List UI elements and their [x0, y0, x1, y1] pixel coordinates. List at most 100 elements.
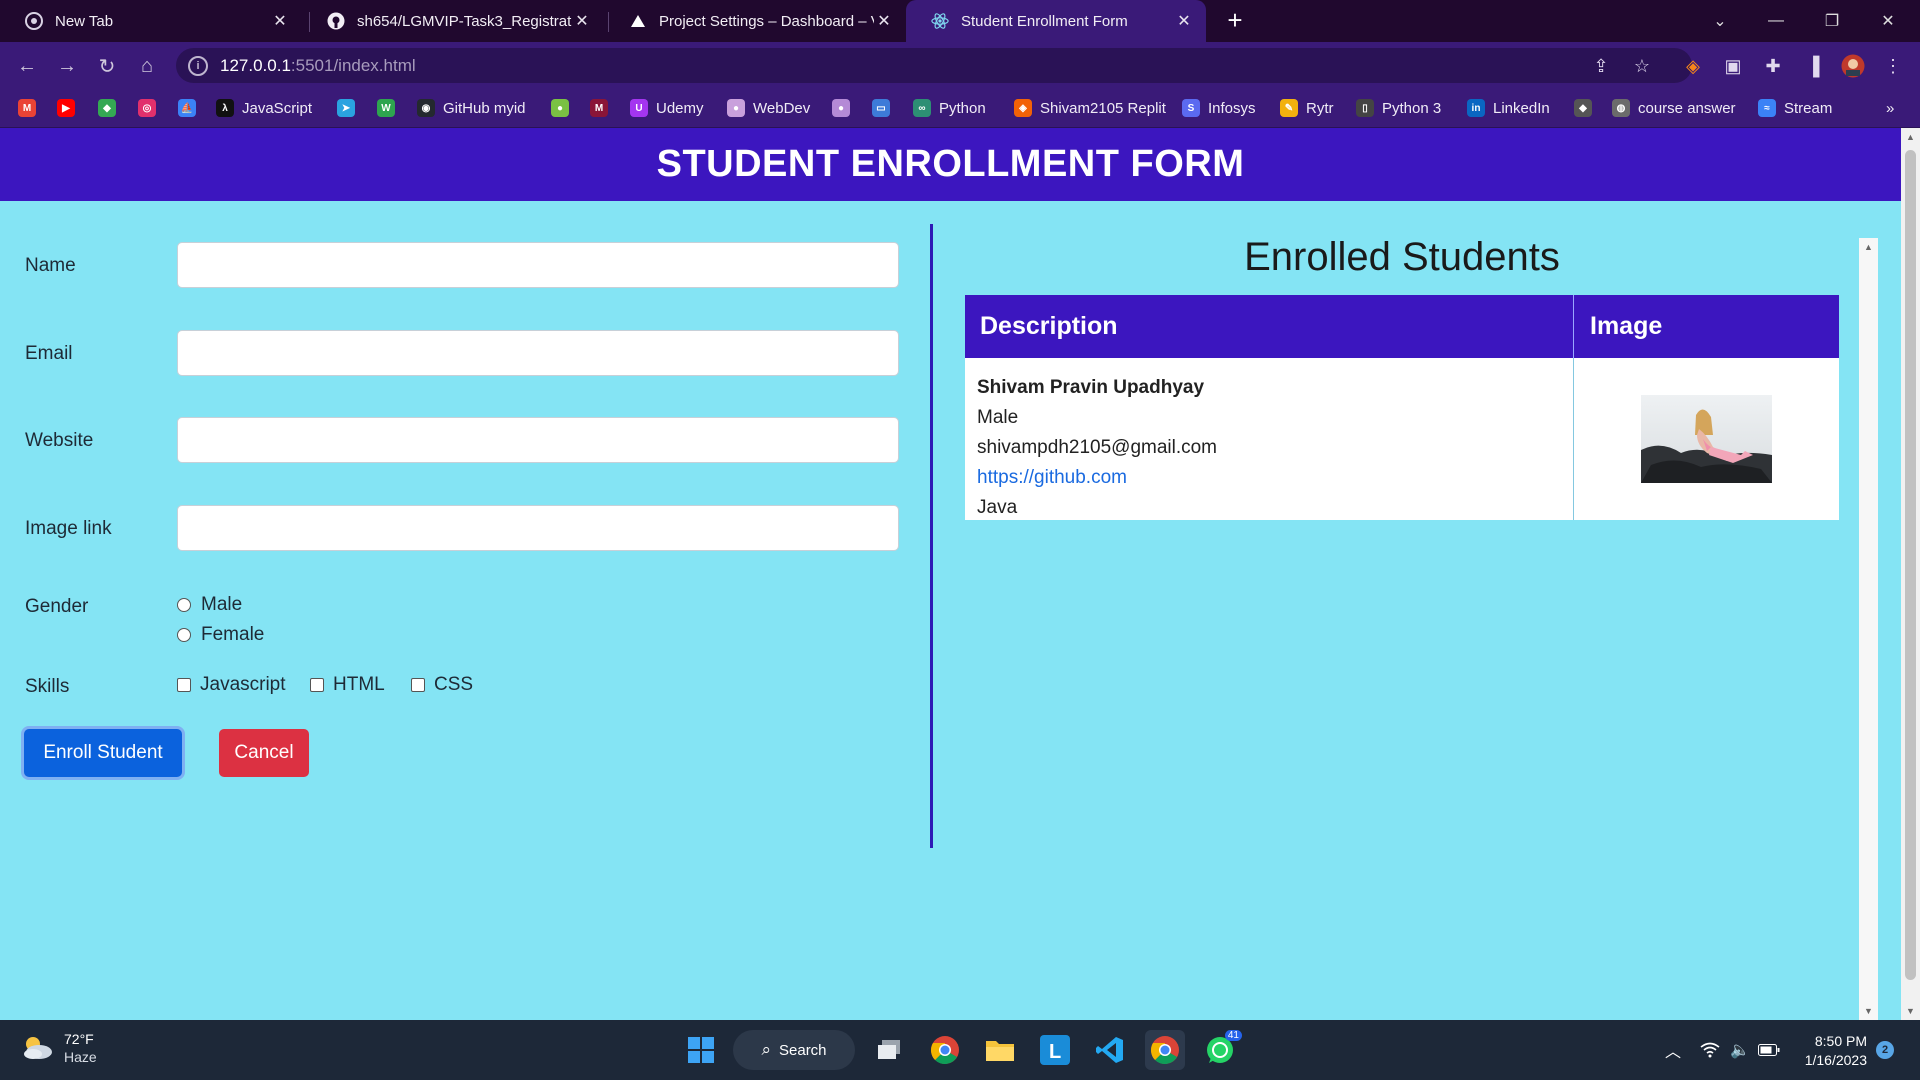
- bookmark-leetcode[interactable]: ●: [551, 97, 569, 119]
- metamask-icon[interactable]: ◈: [1680, 53, 1706, 79]
- tab-search-icon[interactable]: ⌄: [1692, 0, 1748, 42]
- show-hidden-icons[interactable]: ︿: [1665, 1020, 1681, 1080]
- info-icon[interactable]: i: [188, 55, 208, 76]
- react-icon: [931, 12, 949, 30]
- skill-html-option[interactable]: HTML: [310, 674, 385, 696]
- enroll-student-button[interactable]: Enroll Student: [24, 729, 182, 777]
- checkbox-label: Javascript: [200, 674, 286, 695]
- tab-project-settings[interactable]: Project Settings – Dashboard – V ✕: [604, 0, 906, 42]
- wifi-icon[interactable]: [1700, 1020, 1720, 1080]
- taskbar-search-button[interactable]: ⌕ Search: [733, 1030, 855, 1070]
- student-website-link[interactable]: https://github.com: [977, 463, 1573, 493]
- bookmark-webdev[interactable]: ● WebDev: [727, 97, 810, 119]
- website-input[interactable]: [177, 417, 899, 463]
- reload-icon[interactable]: ↻: [93, 52, 121, 80]
- bookmark-w[interactable]: W: [377, 97, 395, 119]
- chrome-active-taskbar-icon[interactable]: [1145, 1030, 1185, 1070]
- bookmark-maps[interactable]: ◆: [98, 97, 116, 119]
- scroll-down-icon[interactable]: ▼: [1863, 1006, 1874, 1016]
- bookmark-stream[interactable]: ≈ Stream: [1758, 97, 1832, 119]
- bookmark-telegram[interactable]: ➤: [337, 97, 355, 119]
- close-window-button[interactable]: ✕: [1860, 0, 1916, 42]
- task-view-icon[interactable]: [870, 1030, 910, 1070]
- gender-male-option[interactable]: Male: [177, 594, 242, 616]
- bookmark-udemy[interactable]: U Udemy: [630, 97, 704, 119]
- inner-scrollbar[interactable]: ▲ ▼: [1859, 238, 1878, 1020]
- scrollbar-thumb[interactable]: [1905, 150, 1916, 980]
- column-header-image: Image: [1590, 312, 1663, 340]
- bookmark-javascript[interactable]: λ JavaScript: [216, 97, 312, 119]
- section-divider: [930, 224, 933, 848]
- bookmark-rytr[interactable]: ✎ Rytr: [1280, 97, 1334, 119]
- bookmark-youtube[interactable]: ▶: [57, 97, 75, 119]
- bookmark-gmail[interactable]: M: [18, 97, 36, 119]
- new-tab-button[interactable]: +: [1220, 6, 1250, 36]
- address-bar[interactable]: i 127.0.0.1 :5501/index.html: [176, 48, 1692, 83]
- skill-css-option[interactable]: CSS: [411, 674, 473, 696]
- scroll-up-icon[interactable]: ▲: [1905, 132, 1916, 142]
- tab-github-repo[interactable]: sh654/LGMVIP-Task3_Registration ✕: [302, 0, 604, 42]
- bookmark-label: JavaScript: [242, 99, 313, 117]
- close-icon[interactable]: ✕: [874, 11, 894, 31]
- tab-new-tab[interactable]: New Tab ✕: [0, 0, 302, 42]
- profile-avatar[interactable]: [1840, 53, 1866, 79]
- share-icon[interactable]: ⇪: [1588, 53, 1614, 79]
- weather-widget[interactable]: 72°F Haze: [20, 1030, 97, 1066]
- restore-button[interactable]: ❐: [1804, 0, 1860, 42]
- bookmark-shivam2105-replit[interactable]: ◈ Shivam2105 Replit: [1014, 97, 1166, 119]
- whatsapp-icon[interactable]: 41: [1200, 1030, 1242, 1070]
- menu-icon[interactable]: ⋮: [1880, 53, 1906, 79]
- radio-female[interactable]: [177, 628, 191, 642]
- bookmark-course-answer[interactable]: ◍ course answer: [1612, 97, 1736, 119]
- bookmark-infosys[interactable]: S Infosys: [1182, 97, 1256, 119]
- star-icon[interactable]: ☆: [1629, 53, 1655, 79]
- bookmark-ethereum[interactable]: ◆: [1574, 97, 1592, 119]
- cancel-button[interactable]: Cancel: [219, 729, 309, 777]
- puzzle-icon[interactable]: ✚: [1760, 53, 1786, 79]
- checkbox-label: CSS: [434, 674, 474, 695]
- skill-javascript-option[interactable]: Javascript: [177, 674, 286, 696]
- file-explorer-icon[interactable]: [980, 1030, 1020, 1070]
- vscode-icon[interactable]: [1090, 1030, 1130, 1070]
- notification-badge[interactable]: 2: [1876, 1041, 1894, 1059]
- minimize-button[interactable]: —: [1748, 0, 1804, 42]
- radio-male[interactable]: [177, 598, 191, 612]
- bookmark-sailboat[interactable]: ⛵: [178, 97, 196, 119]
- back-icon[interactable]: ←: [13, 52, 41, 80]
- page-scrollbar[interactable]: ▲ ▼: [1901, 128, 1920, 1020]
- bookmark-github-myid[interactable]: ◉ GitHub myid: [417, 97, 526, 119]
- image-link-input[interactable]: [177, 505, 899, 551]
- close-icon[interactable]: ✕: [572, 11, 592, 31]
- volume-icon[interactable]: 🔈: [1730, 1020, 1750, 1080]
- checkbox-html[interactable]: [310, 678, 324, 692]
- checkbox-label: HTML: [333, 674, 385, 695]
- close-icon[interactable]: ✕: [270, 11, 290, 31]
- scroll-up-icon[interactable]: ▲: [1863, 242, 1874, 252]
- extension-r-icon[interactable]: ▣: [1720, 53, 1746, 79]
- tab-student-enrollment[interactable]: Student Enrollment Form ✕: [906, 0, 1206, 42]
- side-panel-icon[interactable]: ▐: [1800, 53, 1826, 79]
- bookmark-instagram[interactable]: ◎: [138, 97, 156, 119]
- scroll-down-icon[interactable]: ▼: [1905, 1006, 1916, 1016]
- battery-icon[interactable]: [1758, 1020, 1780, 1080]
- chrome-taskbar-icon[interactable]: [925, 1030, 965, 1070]
- bookmark-python-3[interactable]: ▯ Python 3: [1356, 97, 1441, 119]
- bookmark-codechef[interactable]: M: [590, 97, 608, 119]
- bookmark-avatar[interactable]: ●: [832, 97, 850, 119]
- forward-icon[interactable]: →: [53, 52, 81, 80]
- more-bookmarks-icon[interactable]: »: [1886, 97, 1894, 119]
- bookmark-python[interactable]: ∞ Python: [913, 97, 986, 119]
- system-clock[interactable]: 8:50 PM 1/16/2023: [1800, 1032, 1867, 1070]
- home-icon[interactable]: ⌂: [133, 52, 161, 80]
- window-icon: ▭: [872, 99, 890, 117]
- checkbox-javascript[interactable]: [177, 678, 191, 692]
- checkbox-css[interactable]: [411, 678, 425, 692]
- l-app-icon[interactable]: L: [1035, 1030, 1075, 1070]
- windows-start-icon[interactable]: [681, 1030, 721, 1070]
- close-icon[interactable]: ✕: [1174, 11, 1194, 31]
- email-input[interactable]: [177, 330, 899, 376]
- gender-female-option[interactable]: Female: [177, 624, 264, 646]
- name-input[interactable]: [177, 242, 899, 288]
- bookmark-linkedin[interactable]: in LinkedIn: [1467, 97, 1550, 119]
- bookmark-window[interactable]: ▭: [872, 97, 890, 119]
